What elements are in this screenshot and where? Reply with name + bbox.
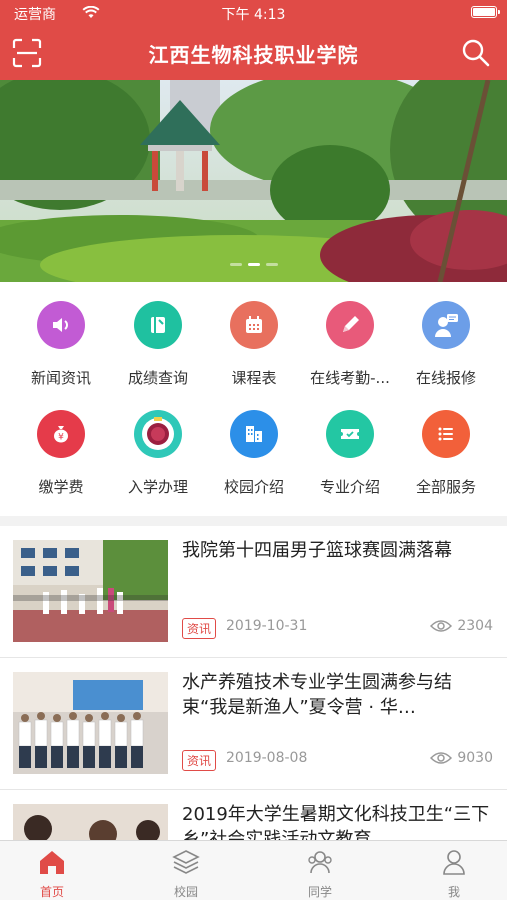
service-label: 全部服务	[415, 478, 476, 496]
tab-label: 我	[447, 885, 460, 899]
news-date: 2019-10-31	[226, 618, 308, 634]
notebook-icon	[134, 301, 182, 349]
layers-icon	[172, 850, 200, 874]
news-title: 我院第十四届男子篮球赛圆满落幕	[182, 540, 452, 561]
service-campus-intro[interactable]: 校园介绍	[204, 410, 304, 510]
tab-bar: 首页 校园 同学 我	[0, 840, 507, 900]
money-bag-icon: ¥	[37, 410, 85, 458]
service-label: 入学办理	[127, 478, 188, 496]
list-item[interactable]: 我院第十四届男子篮球赛圆满落幕 资讯 2019-10-31 2304	[0, 526, 507, 658]
service-attendance[interactable]: 在线考勤-...	[300, 301, 400, 401]
service-tuition[interactable]: ¥ 缴学费	[11, 410, 111, 510]
service-label: 专业介绍	[319, 478, 380, 496]
service-major-intro[interactable]: 专业介绍	[300, 410, 400, 510]
list-item[interactable]: 水产养殖技术专业学生圆满参与结束“我是新渔人”夏令营 · 华… 资讯 2019-…	[0, 658, 507, 790]
tab-label: 同学	[307, 885, 332, 899]
news-title: 水产养殖技术专业学生圆满参与结束“我是新渔人”夏令营 · 华…	[182, 672, 452, 718]
news-date: 2019-08-08	[226, 750, 308, 766]
news-view-count: 9030	[457, 750, 493, 766]
tab-home[interactable]: 首页	[2, 841, 102, 900]
status-bar: 运营商 下午 4:13	[0, 0, 507, 26]
repair-person-icon	[422, 301, 470, 349]
home-icon	[40, 851, 64, 874]
ticket-icon	[326, 410, 374, 458]
tab-me[interactable]: 我	[404, 841, 504, 900]
badge-icon	[134, 410, 182, 458]
buildings-icon	[230, 410, 278, 458]
classmates-icon	[308, 851, 332, 874]
tab-campus[interactable]: 校园	[136, 841, 236, 900]
list-icon	[422, 410, 470, 458]
battery-icon	[471, 6, 500, 18]
calendar-icon	[230, 301, 278, 349]
carousel-dot-active	[247, 263, 260, 266]
news-view-count: 2304	[457, 618, 493, 634]
tab-classmates[interactable]: 同学	[270, 841, 370, 900]
search-icon[interactable]	[459, 36, 493, 70]
svg-text:¥: ¥	[58, 433, 64, 443]
news-views: 9030	[430, 750, 493, 766]
header: 江西生物科技职业学院	[0, 26, 507, 80]
tab-label: 首页	[39, 885, 64, 899]
carousel-indicator	[0, 251, 507, 270]
news-views: 2304	[430, 618, 493, 634]
news-tag: 资讯	[182, 618, 217, 639]
status-time: 下午 4:13	[221, 7, 286, 23]
service-label: 在线考勤-...	[310, 369, 390, 387]
eye-icon	[430, 752, 453, 764]
service-enrollment[interactable]: 入学办理	[108, 410, 208, 510]
banner-carousel[interactable]	[0, 80, 507, 282]
eye-icon	[430, 620, 453, 632]
person-icon	[443, 850, 465, 875]
news-thumbnail	[13, 540, 168, 642]
service-label: 缴学费	[38, 478, 84, 496]
service-timetable[interactable]: 课程表	[204, 301, 304, 401]
service-label: 课程表	[231, 369, 277, 387]
service-label: 成绩查询	[127, 369, 188, 387]
service-grid: 新闻资讯 成绩查询 课程表 在线考勤-... 在线报修 ¥ 缴学费 入学办理 校…	[0, 282, 507, 516]
service-news[interactable]: 新闻资讯	[11, 301, 111, 401]
carousel-dot	[229, 263, 242, 266]
speaker-icon	[37, 301, 85, 349]
news-tag: 资讯	[182, 750, 217, 771]
service-label: 校园介绍	[223, 478, 284, 496]
service-grades[interactable]: 成绩查询	[108, 301, 208, 401]
service-all[interactable]: 全部服务	[396, 410, 496, 510]
service-label: 在线报修	[415, 369, 476, 387]
news-thumbnail	[13, 672, 168, 774]
carousel-dot	[265, 263, 278, 266]
service-label: 新闻资讯	[30, 369, 91, 387]
page-title: 江西生物科技职业学院	[148, 43, 359, 67]
service-repair[interactable]: 在线报修	[396, 301, 496, 401]
tab-label: 校园	[173, 885, 198, 899]
pencil-icon	[326, 301, 374, 349]
